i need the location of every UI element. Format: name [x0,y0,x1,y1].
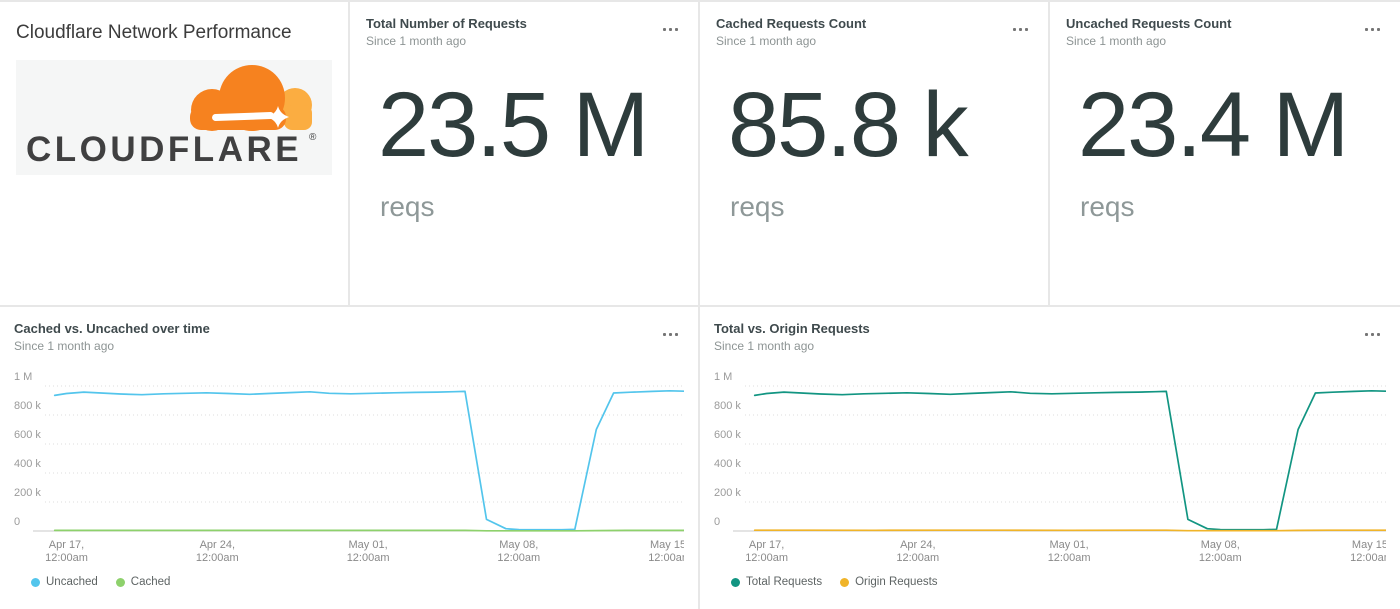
cloudflare-logo: CLOUDFLARE ® [16,60,332,175]
billboard-unit: reqs [730,191,1032,223]
y-tick-label: 1 M [14,371,32,383]
legend-label: Cached [131,576,171,588]
y-tick-label: 0 [14,516,20,528]
x-tick-label: Apr 24,12:00am [896,539,939,564]
ellipsis-menu-icon[interactable] [660,25,681,34]
widget-subtitle: Since 1 month ago [716,34,1032,49]
line-chart-plot[interactable]: 1 M 800 k 600 k 400 k 200 k 0 Apr 17,12:00am Ap… [14,364,684,574]
legend-dot-icon [116,578,125,587]
cloudflare-logo-icon: CLOUDFLARE ® [16,60,332,175]
billboard-value: 23.5 M [378,79,682,171]
legend-label: Origin Requests [855,576,937,588]
billboard-value: 23.4 M [1078,79,1384,171]
ellipsis-menu-icon[interactable] [660,330,681,339]
billboard-value: 85.8 k [728,79,1032,171]
y-tick-label: 200 k [14,487,41,499]
legend-item-total-requests[interactable]: Total Requests [731,576,822,588]
x-tick-label: May 01,12:00am [347,539,390,564]
legend-dot-icon [731,578,740,587]
legend-label: Total Requests [746,576,822,588]
line-chart-svg: 1 M 800 k 600 k 400 k 200 k 0 Apr 17,12:00am Ap… [14,364,684,574]
billboard-total-requests: Total Number of Requests Since 1 month a… [350,2,698,305]
chart-cached-vs-uncached: Cached vs. Uncached over time Since 1 mo… [0,307,698,609]
cloudflare-wordmark: CLOUDFLARE [26,130,302,169]
y-tick-label: 400 k [714,458,741,470]
widget-subtitle: Since 1 month ago [14,339,684,354]
dashboard-header-panel: Cloudflare Network Performance CLOUDFLAR… [0,2,348,305]
legend-dot-icon [840,578,849,587]
y-tick-label: 800 k [714,400,741,412]
x-tick-label: May 15,12:00am [648,539,684,564]
legend-dot-icon [31,578,40,587]
line-chart-svg: 1 M 800 k 600 k 400 k 200 k 0 Apr 17,12:00am Ap… [714,364,1386,574]
widget-subtitle: Since 1 month ago [1066,34,1384,49]
widget-title: Cached Requests Count [716,16,1032,31]
y-tick-label: 600 k [14,429,41,441]
y-tick-label: 400 k [14,458,41,470]
x-tick-label: May 08,12:00am [497,539,540,564]
page-title: Cloudflare Network Performance [16,22,332,44]
series-total-requests-line [755,391,1386,530]
widget-subtitle: Since 1 month ago [366,34,682,49]
series-origin-requests-line [755,530,1386,531]
x-tick-label: Apr 17,12:00am [745,539,788,564]
line-chart-plot[interactable]: 1 M 800 k 600 k 400 k 200 k 0 Apr 17,12:00am Ap… [714,364,1386,574]
y-tick-label: 600 k [714,429,741,441]
cloud-icon [190,65,312,131]
widget-title: Uncached Requests Count [1066,16,1384,31]
chart-legend: Uncached Cached [31,576,684,588]
ellipsis-menu-icon[interactable] [1010,25,1031,34]
widget-subtitle: Since 1 month ago [714,339,1386,354]
billboard-uncached-requests: Uncached Requests Count Since 1 month ag… [1050,2,1400,305]
billboard-cached-requests: Cached Requests Count Since 1 month ago … [700,2,1048,305]
x-tick-label: May 08,12:00am [1199,539,1242,564]
ellipsis-menu-icon[interactable] [1362,25,1383,34]
y-tick-label: 800 k [14,400,41,412]
billboard-unit: reqs [380,191,682,223]
legend-item-cached[interactable]: Cached [116,576,171,588]
legend-item-uncached[interactable]: Uncached [31,576,98,588]
series-uncached-line [55,391,684,530]
registered-mark: ® [309,132,317,143]
x-tick-label: Apr 17,12:00am [45,539,88,564]
chart-legend: Total Requests Origin Requests [731,576,1386,588]
billboard-unit: reqs [1080,191,1384,223]
x-tick-label: Apr 24,12:00am [196,539,239,564]
x-tick-label: May 15,12:00am [1350,539,1386,564]
y-tick-label: 1 M [714,371,732,383]
widget-title: Cached vs. Uncached over time [14,321,684,336]
ellipsis-menu-icon[interactable] [1362,330,1383,339]
widget-title: Total vs. Origin Requests [714,321,1386,336]
chart-total-vs-origin: Total vs. Origin Requests Since 1 month … [700,307,1400,609]
y-tick-label: 0 [714,516,720,528]
x-tick-label: May 01,12:00am [1048,539,1091,564]
legend-label: Uncached [46,576,98,588]
widget-title: Total Number of Requests [366,16,682,31]
dashboard: Cloudflare Network Performance CLOUDFLAR… [0,0,1400,609]
y-tick-label: 200 k [714,487,741,499]
legend-item-origin-requests[interactable]: Origin Requests [840,576,937,588]
